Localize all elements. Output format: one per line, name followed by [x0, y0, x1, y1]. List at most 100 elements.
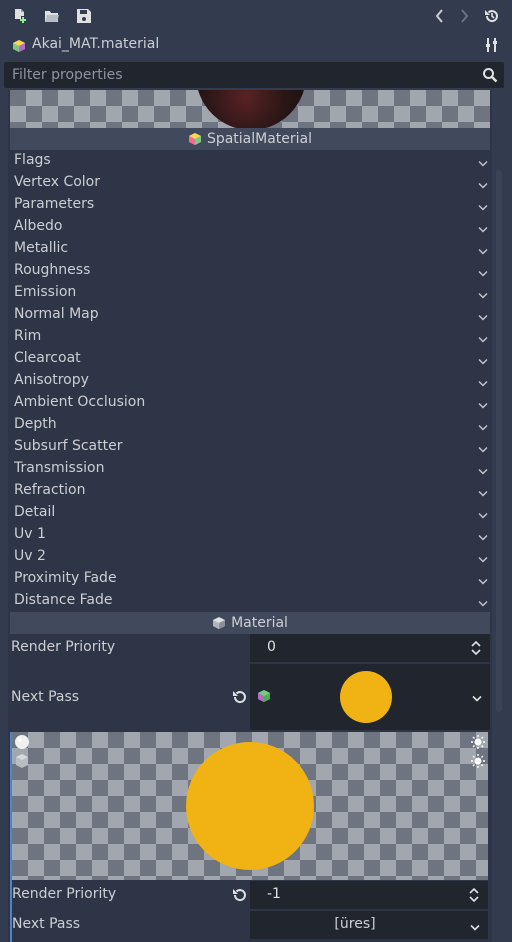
next-pass-thumbnail	[340, 671, 392, 723]
light-2-toggle-icon[interactable]	[470, 753, 486, 773]
save-icon[interactable]	[74, 6, 94, 26]
category-label: Subsurf Scatter	[14, 438, 123, 454]
category-label: Uv 1	[14, 526, 46, 542]
section-title: Material	[231, 615, 288, 631]
chevron-down-icon	[478, 310, 488, 326]
chevron-down-icon	[478, 332, 488, 348]
chevron-down-icon	[478, 508, 488, 524]
category-label: Ambient Occlusion	[14, 394, 146, 410]
category-label: Parameters	[14, 196, 95, 212]
property-label: Render Priority	[11, 639, 116, 655]
category-label: Depth	[14, 416, 57, 432]
chevron-down-icon	[478, 596, 488, 612]
load-icon[interactable]	[42, 6, 62, 26]
section-spatialmaterial: SpatialMaterial	[10, 128, 490, 150]
history-icon[interactable]	[482, 6, 502, 26]
object-tools-icon[interactable]	[484, 37, 500, 57]
category-subsurf-scatter[interactable]: Subsurf Scatter	[10, 436, 490, 458]
updown-icon[interactable]	[468, 887, 480, 907]
render-priority-value: 0	[267, 639, 276, 655]
category-label: Anisotropy	[14, 372, 89, 388]
category-label: Rim	[14, 328, 42, 344]
category-emission[interactable]: Emission	[10, 282, 490, 304]
category-label: Metallic	[14, 240, 69, 256]
light-1-toggle-icon[interactable]	[470, 734, 486, 754]
property-label: Render Priority	[12, 886, 117, 902]
render-priority-spinbox[interactable]: 0	[250, 634, 490, 662]
category-detail[interactable]: Detail	[10, 502, 490, 524]
category-roughness[interactable]: Roughness	[10, 260, 490, 282]
chevron-down-icon	[478, 398, 488, 414]
reload-icon[interactable]	[232, 689, 248, 709]
updown-icon[interactable]	[470, 640, 482, 660]
scrollbar[interactable]	[496, 170, 502, 712]
chevron-down-icon[interactable]	[472, 691, 482, 707]
category-flags[interactable]: Flags	[10, 150, 490, 172]
resource-path-row[interactable]: Akai_MAT.material	[0, 32, 512, 60]
preview-sphere	[186, 742, 314, 870]
category-rim[interactable]: Rim	[10, 326, 490, 348]
chevron-down-icon	[478, 574, 488, 590]
category-refraction[interactable]: Refraction	[10, 480, 490, 502]
property-label: Next Pass	[12, 916, 81, 932]
category-vertex-color[interactable]: Vertex Color	[10, 172, 490, 194]
chevron-down-icon	[478, 266, 488, 282]
material-preview	[10, 90, 490, 128]
category-label: Emission	[14, 284, 77, 300]
chevron-down-icon	[478, 376, 488, 392]
filter-input[interactable]	[4, 62, 474, 88]
chevron-down-icon	[478, 156, 488, 172]
reload-icon[interactable]	[232, 887, 248, 907]
chevron-down-icon[interactable]	[470, 920, 480, 936]
sphere-preview-toggle-icon[interactable]	[14, 734, 30, 754]
category-albedo[interactable]: Albedo	[10, 216, 490, 238]
section-material: Material	[10, 612, 490, 634]
chevron-down-icon	[478, 530, 488, 546]
render-priority-value: -1	[267, 886, 281, 902]
next-pass-resource-picker[interactable]: [üres]	[250, 911, 488, 939]
property-next-pass: Next Pass	[10, 664, 490, 730]
chevron-down-icon	[478, 420, 488, 436]
category-label: Distance Fade	[14, 592, 113, 608]
search-icon	[482, 67, 498, 87]
category-ambient-occlusion[interactable]: Ambient Occlusion	[10, 392, 490, 414]
category-uv-1[interactable]: Uv 1	[10, 524, 490, 546]
category-label: Refraction	[14, 482, 86, 498]
material-icon	[213, 617, 226, 629]
category-label: Flags	[14, 152, 51, 168]
category-clearcoat[interactable]: Clearcoat	[10, 348, 490, 370]
back-icon[interactable]	[430, 6, 450, 26]
new-resource-icon[interactable]	[10, 6, 30, 26]
category-metallic[interactable]: Metallic	[10, 238, 490, 260]
chevron-down-icon	[478, 200, 488, 216]
category-parameters[interactable]: Parameters	[10, 194, 490, 216]
cube-preview-toggle-icon[interactable]	[14, 753, 30, 773]
category-anisotropy[interactable]: Anisotropy	[10, 370, 490, 392]
category-label: Transmission	[14, 460, 105, 476]
chevron-down-icon	[478, 354, 488, 370]
category-uv-2[interactable]: Uv 2	[10, 546, 490, 568]
inspector-toolbar	[0, 0, 512, 32]
forward-icon[interactable]	[454, 6, 474, 26]
category-normal-map[interactable]: Normal Map	[10, 304, 490, 326]
property-render-priority-nested: Render Priority -1	[12, 881, 490, 909]
filter-properties[interactable]	[4, 62, 504, 88]
next-pass-resource-picker[interactable]	[250, 664, 490, 730]
category-label: Roughness	[14, 262, 91, 278]
material-cube-icon	[12, 39, 26, 57]
category-label: Vertex Color	[14, 174, 101, 190]
render-priority-spinbox[interactable]: -1	[250, 881, 488, 909]
category-label: Albedo	[14, 218, 63, 234]
category-proximity-fade[interactable]: Proximity Fade	[10, 568, 490, 590]
category-depth[interactable]: Depth	[10, 414, 490, 436]
resource-name: Akai_MAT.material	[32, 36, 160, 52]
category-transmission[interactable]: Transmission	[10, 458, 490, 480]
chevron-down-icon	[478, 178, 488, 194]
chevron-down-icon	[478, 442, 488, 458]
category-label: Detail	[14, 504, 56, 520]
chevron-down-icon	[478, 222, 488, 238]
property-render-priority: Render Priority 0	[10, 634, 490, 662]
property-next-pass-nested: Next Pass [üres]	[12, 911, 490, 939]
category-label: Proximity Fade	[14, 570, 117, 586]
category-distance-fade[interactable]: Distance Fade	[10, 590, 490, 612]
